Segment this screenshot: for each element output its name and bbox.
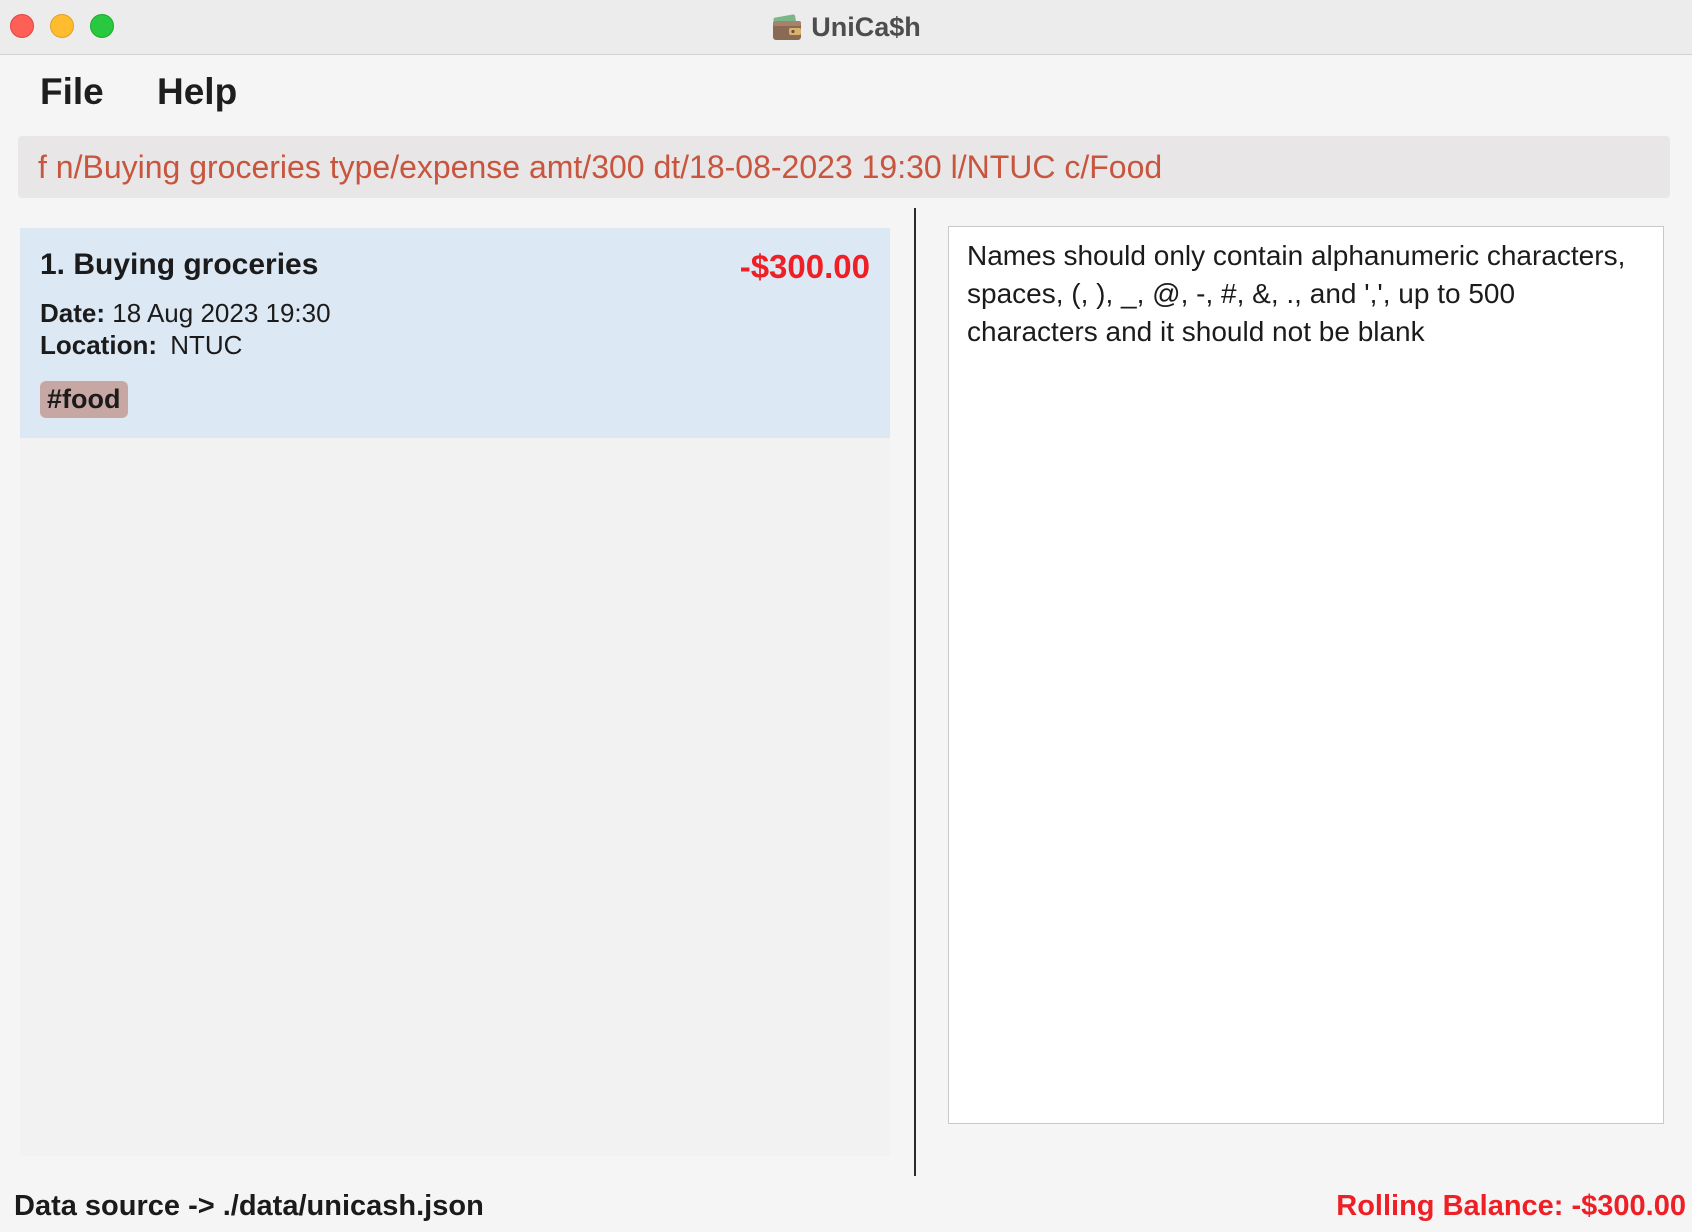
menu-bar: File Help <box>0 55 1692 127</box>
transaction-date-row: Date: 18 Aug 2023 19:30 <box>40 298 331 329</box>
transaction-amount: -$300.00 <box>739 248 870 285</box>
result-display: Names should only contain alphanumeric c… <box>948 226 1664 1124</box>
data-source-text: Data source -> ./data/unicash.json <box>14 1190 484 1222</box>
window-title-group: UniCa$h <box>0 0 1692 54</box>
result-message: Names should only contain alphanumeric c… <box>967 240 1626 347</box>
transaction-title: 1. Buying groceries <box>40 248 319 281</box>
location-label: Location: <box>40 330 157 360</box>
transaction-list[interactable]: 1. Buying groceries -$300.00 Date: 18 Au… <box>20 228 890 1156</box>
title-bar: UniCa$h <box>0 0 1692 55</box>
window-title: UniCa$h <box>811 11 921 42</box>
menu-help[interactable]: Help <box>153 69 241 115</box>
app-window: UniCa$h File Help 1. Buying groceries -$… <box>0 0 1692 1232</box>
location-value: NTUC <box>170 330 243 360</box>
transaction-location-row: Location: NTUC <box>40 330 242 361</box>
menu-file[interactable]: File <box>36 69 108 115</box>
wallet-icon <box>771 12 803 42</box>
panel-splitter[interactable] <box>914 208 916 1176</box>
transaction-card[interactable]: 1. Buying groceries -$300.00 Date: 18 Au… <box>20 228 890 438</box>
rolling-balance-text: Rolling Balance: -$300.00 <box>1336 1190 1686 1222</box>
status-bar: Data source -> ./data/unicash.json Rolli… <box>0 1176 1692 1232</box>
category-tag: #food <box>40 381 128 418</box>
date-label: Date: <box>40 298 106 328</box>
command-input[interactable] <box>18 136 1670 198</box>
command-box <box>18 136 1670 198</box>
date-value: 18 Aug 2023 19:30 <box>112 298 331 328</box>
